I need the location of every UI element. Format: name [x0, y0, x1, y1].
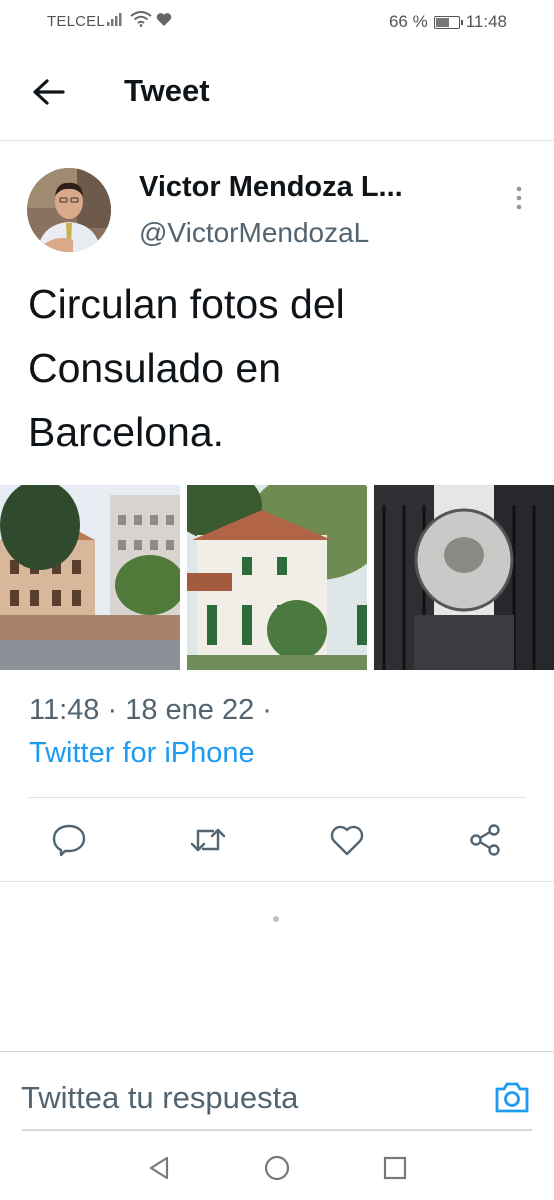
- carrier-label: TELCEL: [47, 13, 105, 30]
- retweet-button[interactable]: [188, 815, 228, 865]
- retweet-icon: [190, 828, 226, 852]
- media-photo-consulate-street[interactable]: [0, 485, 180, 670]
- media-photo-consulate-seal[interactable]: [374, 485, 554, 670]
- status-right: 66 % 11:48: [389, 12, 507, 32]
- media-photo-consulate-facade[interactable]: [187, 485, 367, 670]
- author-name[interactable]: Victor Mendoza L...: [139, 171, 403, 204]
- clock: 11:48: [465, 12, 507, 31]
- system-nav-bar: [0, 1140, 554, 1200]
- nav-home-icon[interactable]: [263, 1154, 291, 1182]
- nav-recents-icon[interactable]: [381, 1154, 409, 1182]
- share-button[interactable]: [465, 815, 505, 865]
- signal-icon: [107, 13, 122, 26]
- tweet-text-line: Consulado en: [28, 345, 282, 391]
- tweet-author: Victor Mendoza L... @VictorMendozaL: [0, 141, 554, 261]
- divider: [0, 881, 554, 882]
- share-icon: [470, 824, 500, 856]
- more-options-icon[interactable]: [512, 185, 526, 211]
- battery-icon: [433, 15, 463, 29]
- tweet-text: Circulan fotos del Consulado en Barcelon…: [28, 272, 528, 464]
- status-bar: TELCEL 66 % 11:48: [0, 0, 554, 44]
- header: Tweet: [0, 44, 554, 141]
- tweet-timestamp[interactable]: 11:48 · 18 ene 22 ·: [29, 694, 272, 727]
- page-title: Tweet: [124, 73, 210, 108]
- reply-icon: [52, 824, 86, 857]
- tweet-actions: [0, 815, 554, 867]
- wifi-icon: [130, 11, 152, 27]
- author-handle[interactable]: @VictorMendozaL: [139, 217, 369, 249]
- divider: [28, 797, 526, 798]
- heart-status-icon: [156, 12, 172, 26]
- heart-icon: [330, 825, 364, 856]
- nav-back-icon[interactable]: [145, 1154, 173, 1182]
- arrow-left-icon[interactable]: [30, 76, 66, 108]
- reply-underline: [22, 1129, 532, 1131]
- tweet-media: [0, 485, 554, 670]
- avatar[interactable]: [27, 168, 111, 252]
- like-button[interactable]: [327, 815, 367, 865]
- tweet-source-link[interactable]: Twitter for iPhone: [29, 737, 255, 770]
- tweet-text-line: Circulan fotos del: [28, 281, 345, 327]
- battery-percent: 66 %: [388, 12, 428, 31]
- loading-indicator: [273, 916, 279, 922]
- reply-input[interactable]: Twittea tu respuesta: [21, 1080, 298, 1116]
- reply-bar: Twittea tu respuesta: [0, 1051, 554, 1132]
- camera-icon[interactable]: [493, 1079, 531, 1115]
- status-icons: [106, 11, 172, 27]
- reply-button[interactable]: [49, 815, 89, 865]
- tweet-text-line: Barcelona.: [28, 409, 225, 455]
